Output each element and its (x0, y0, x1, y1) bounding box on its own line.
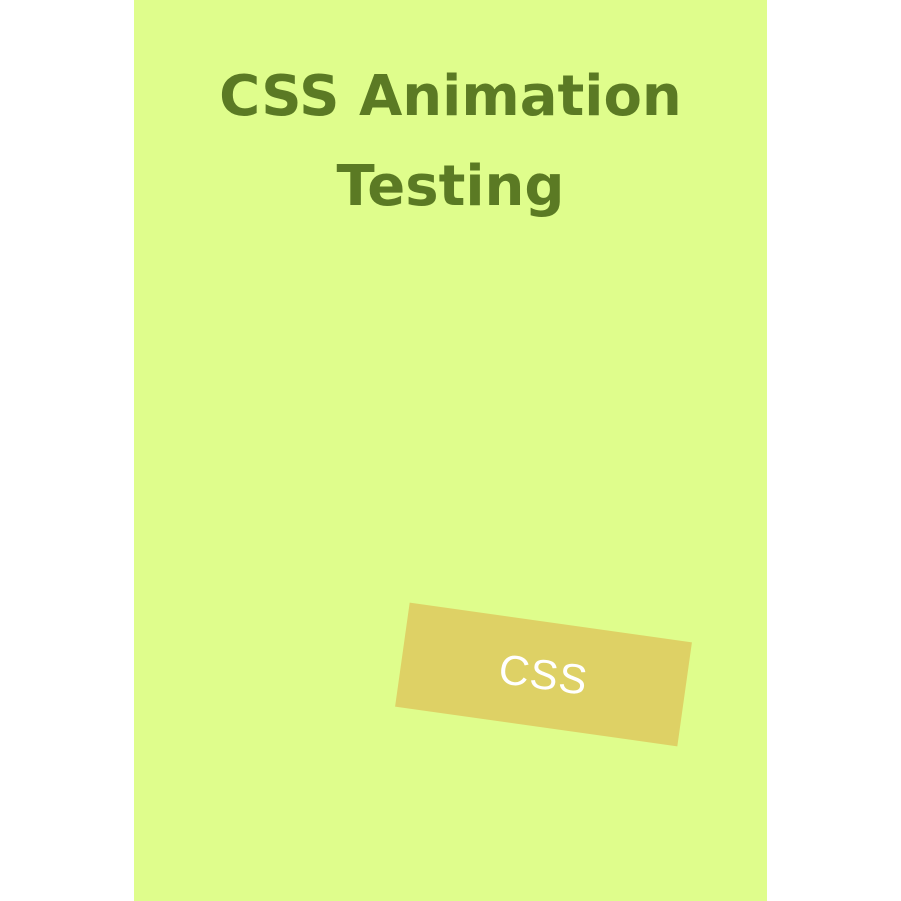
animated-css-box: CSS (395, 602, 692, 747)
animated-css-box-label: CSS (496, 644, 592, 704)
page-title-line-1: CSS Animation (219, 64, 682, 129)
page-title: CSS Animation Testing (134, 52, 767, 232)
page-title-line-2: Testing (336, 154, 565, 219)
viewport: CSS Animation Testing CSS (0, 0, 901, 901)
animation-test-page: CSS Animation Testing CSS (134, 0, 767, 901)
